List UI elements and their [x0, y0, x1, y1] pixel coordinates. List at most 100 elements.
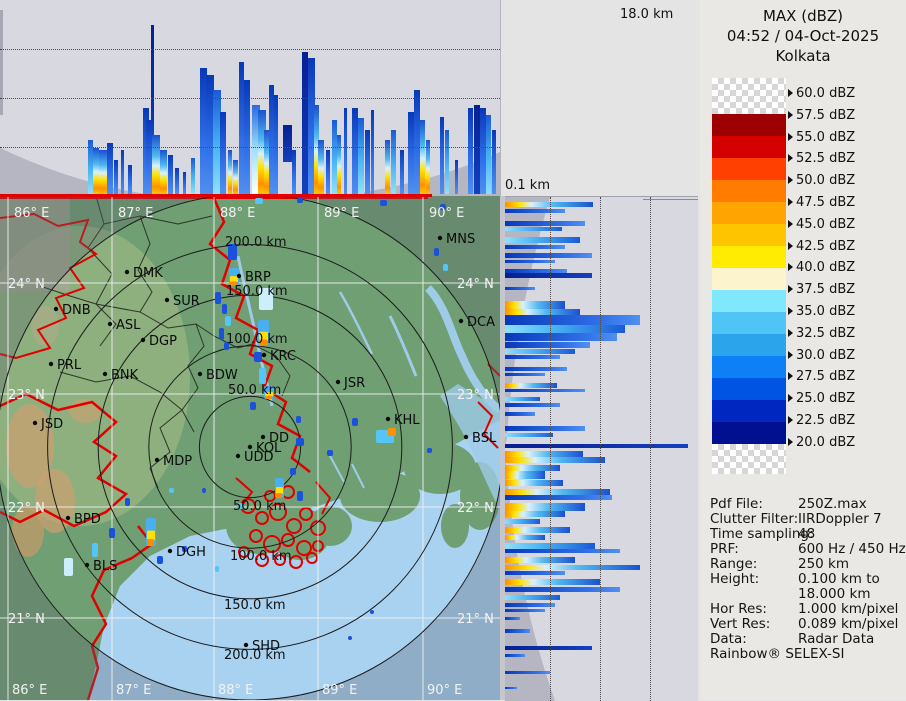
echo-column	[455, 160, 458, 194]
scale-arrow-icon	[788, 394, 793, 403]
echo-bar	[505, 603, 555, 607]
city-dot	[32, 420, 38, 426]
city-label: MNS	[446, 232, 475, 247]
city-label: DNB	[62, 303, 91, 318]
echo-bar	[505, 646, 592, 650]
city-dot	[124, 269, 130, 275]
longitude-label: 89° E	[322, 683, 357, 698]
scale-label: 22.5 dBZ	[788, 413, 855, 428]
city-label: KHL	[394, 413, 420, 428]
latitude-label: 21° N	[8, 612, 45, 627]
echo-cell	[327, 450, 333, 456]
city-label: PRL	[57, 358, 82, 373]
echo-bar	[505, 403, 560, 407]
echo-cell	[380, 200, 387, 206]
scale-arrow-icon	[788, 307, 793, 315]
echo-cell	[254, 352, 262, 362]
colorbar-band	[712, 422, 786, 444]
echo-cell	[202, 488, 206, 493]
echo-bar	[505, 595, 560, 600]
echo-bar	[505, 287, 535, 290]
radar-product-window: { "header": { "title": "MAX (dBZ)", "dat…	[0, 0, 906, 701]
echo-bar	[505, 654, 525, 657]
colorbar-band	[712, 158, 786, 180]
city-label: MDP	[163, 454, 192, 469]
echo-column	[220, 112, 226, 194]
product-title: MAX (dBZ)	[762, 7, 844, 25]
info-value: 0.100 km to	[798, 571, 880, 587]
info-value: 18.000 km	[798, 586, 871, 602]
echo-bar	[505, 687, 517, 689]
echo-column	[326, 150, 330, 194]
echo-bar	[505, 444, 688, 448]
longitude-label: 88° E	[220, 206, 255, 221]
echo-column	[440, 117, 444, 194]
echo-bar	[505, 389, 585, 392]
info-label: Height:	[710, 571, 760, 587]
echo-column	[358, 118, 364, 194]
height-gridline	[600, 197, 601, 701]
echo-cell	[92, 543, 98, 557]
city-dot	[140, 337, 146, 343]
height-gridline	[0, 49, 500, 50]
scale-label: 35.0 dBZ	[788, 304, 855, 319]
echo-bar	[505, 629, 530, 633]
echo-column	[114, 160, 118, 194]
scale-arrow-icon	[788, 241, 793, 250]
echo-bar	[505, 273, 592, 278]
panel-separator	[500, 0, 501, 196]
echo-bar	[505, 549, 620, 553]
scale-label: 45.0 dBZ	[788, 217, 855, 232]
colorbar-band	[712, 180, 786, 202]
echo-bar	[505, 671, 550, 674]
echo-column	[385, 140, 390, 194]
side-height-profile-panel	[505, 196, 698, 701]
echo-bar	[505, 315, 640, 325]
echo-column	[365, 130, 370, 194]
echo-column	[391, 130, 396, 194]
echo-column	[160, 150, 167, 194]
scale-arrow-icon	[788, 110, 793, 119]
colorbar-band	[712, 400, 786, 422]
city-dot	[154, 457, 160, 463]
colorbar-overflow-bottom	[712, 444, 786, 474]
echo-bar	[505, 245, 565, 249]
colorbar-overflow-top	[712, 78, 786, 114]
colorbar-band	[712, 268, 786, 290]
echo-column	[486, 115, 491, 194]
echo-bar	[505, 426, 585, 431]
echo-core	[147, 539, 154, 546]
city-dot	[48, 361, 54, 367]
longitude-label: 90° E	[427, 683, 462, 698]
echo-cell	[64, 558, 73, 576]
echo-cell	[215, 566, 219, 572]
echo-cell	[125, 498, 130, 506]
echo-bar	[505, 565, 640, 570]
range-ring-label: 50.0 km	[228, 383, 281, 398]
info-label: Vert Res:	[710, 616, 771, 632]
product-datetime: 04:52 / 04-Oct-2025	[726, 27, 880, 45]
echo-cell	[297, 198, 303, 203]
echo-bar	[505, 433, 553, 437]
info-label: Range:	[710, 556, 758, 572]
city-dot	[65, 515, 71, 521]
echo-column	[233, 160, 238, 194]
info-value: Radar Data	[798, 631, 875, 647]
echo-bar	[505, 571, 565, 575]
echo-bar	[505, 457, 605, 463]
info-value: 48	[798, 526, 816, 542]
base-height-label: 0.1 km	[505, 178, 550, 193]
echo-column	[420, 120, 425, 194]
echo-bar	[505, 579, 600, 585]
echo-core	[276, 487, 283, 494]
colorbar-band	[712, 334, 786, 356]
echo-cell	[427, 448, 432, 453]
echo-core	[147, 530, 155, 541]
colorbar-band	[712, 246, 786, 268]
profile-baseline	[0, 194, 432, 197]
colorbar-band	[712, 224, 786, 246]
city-dot	[385, 416, 391, 422]
echo-cell	[225, 316, 231, 326]
scale-label: 40.0 dBZ	[788, 260, 855, 275]
city-dot	[235, 453, 241, 459]
